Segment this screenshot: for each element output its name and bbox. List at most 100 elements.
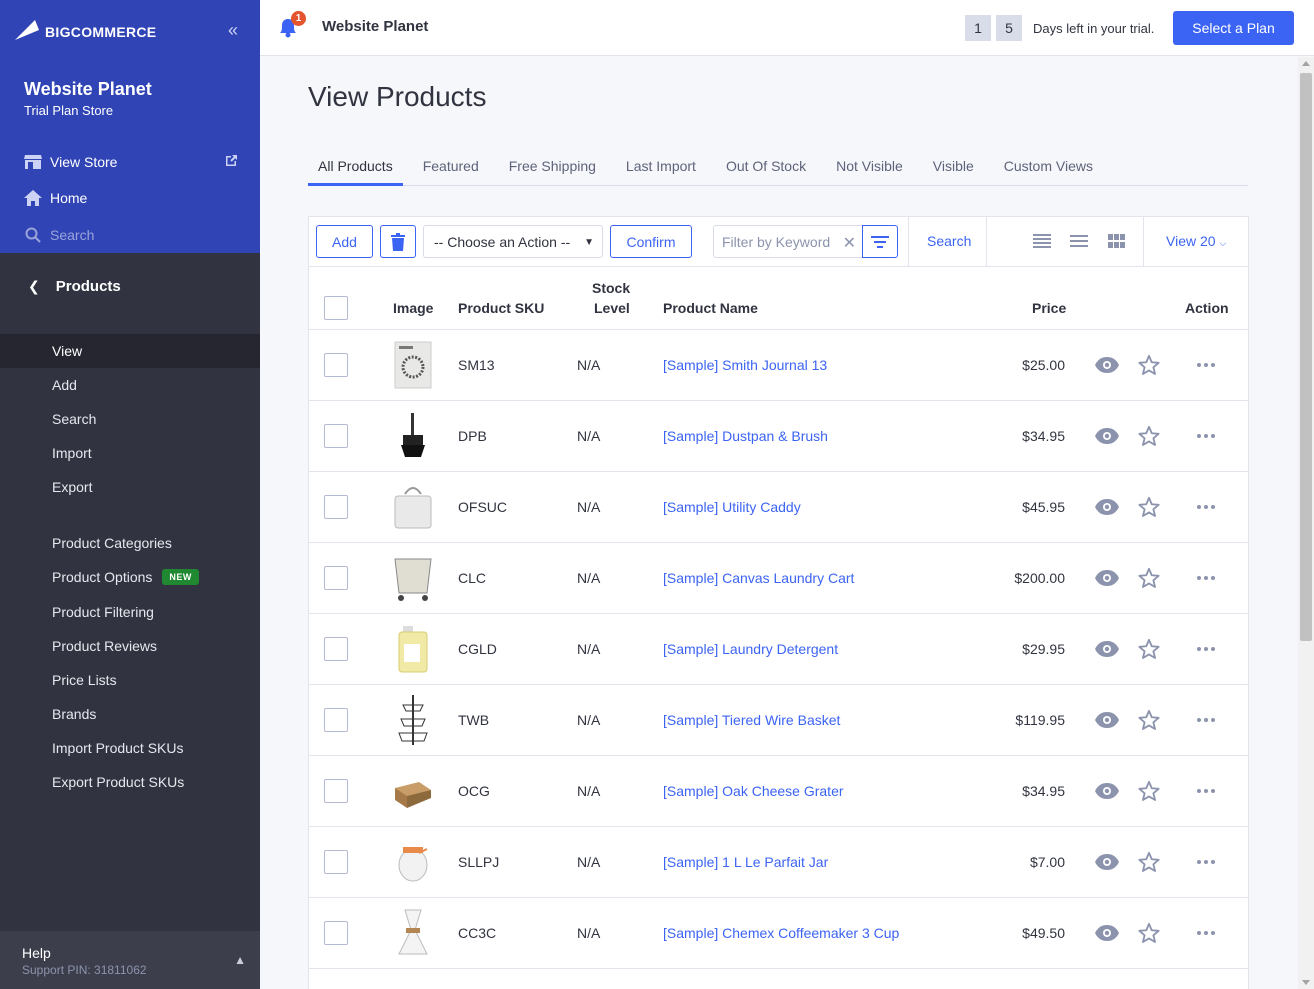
- collapse-sidebar-icon[interactable]: «: [228, 20, 238, 40]
- more-actions-icon[interactable]: [1196, 357, 1216, 373]
- visibility-eye-icon[interactable]: [1095, 711, 1119, 729]
- tab-out-of-stock[interactable]: Out Of Stock: [716, 152, 816, 186]
- sidebar-item-import[interactable]: Import: [0, 436, 260, 470]
- product-name-link[interactable]: [Sample] 1 L Le Parfait Jar: [663, 854, 828, 870]
- sidebar-item-view[interactable]: View: [0, 334, 260, 368]
- product-name-link[interactable]: [Sample] Chemex Coffeemaker 3 Cup: [663, 925, 899, 941]
- visibility-eye-icon[interactable]: [1095, 356, 1119, 374]
- product-name-link[interactable]: [Sample] Tiered Wire Basket: [663, 712, 840, 728]
- visibility-eye-icon[interactable]: [1095, 427, 1119, 445]
- featured-star-icon[interactable]: [1138, 496, 1160, 518]
- external-link-icon[interactable]: [224, 154, 238, 168]
- featured-star-icon[interactable]: [1138, 922, 1160, 944]
- column-header-price[interactable]: Price: [1032, 300, 1066, 316]
- keyword-filter-input[interactable]: Filter by Keyword ✕: [713, 225, 863, 258]
- select-plan-button[interactable]: Select a Plan: [1173, 11, 1294, 45]
- sidebar-item-import-product-skus[interactable]: Import Product SKUs: [0, 731, 260, 765]
- home-link[interactable]: Home: [24, 188, 238, 208]
- row-checkbox[interactable]: [324, 566, 348, 590]
- tab-custom-views[interactable]: Custom Views: [994, 152, 1103, 186]
- more-actions-icon[interactable]: [1196, 641, 1216, 657]
- sidebar-item-product-filtering[interactable]: Product Filtering: [0, 595, 260, 629]
- grid-view-icon[interactable]: [1108, 234, 1126, 248]
- product-name-link[interactable]: [Sample] Smith Journal 13: [663, 357, 827, 373]
- view-store-link[interactable]: View Store: [24, 152, 238, 172]
- chevron-up-icon[interactable]: ▲: [234, 953, 246, 967]
- more-actions-icon[interactable]: [1196, 499, 1216, 515]
- product-thumbnail[interactable]: [391, 553, 435, 603]
- page-scrollbar[interactable]: [1298, 57, 1314, 989]
- featured-star-icon[interactable]: [1138, 851, 1160, 873]
- product-thumbnail[interactable]: [391, 908, 435, 958]
- visibility-eye-icon[interactable]: [1095, 498, 1119, 516]
- product-name-link[interactable]: [Sample] Oak Cheese Grater: [663, 783, 844, 799]
- featured-star-icon[interactable]: [1138, 425, 1160, 447]
- search-button[interactable]: Search: [927, 233, 971, 249]
- column-header-sku[interactable]: Product SKU: [458, 300, 544, 316]
- view-count-dropdown[interactable]: View 20 ⌵: [1166, 233, 1226, 249]
- product-thumbnail[interactable]: [391, 482, 435, 532]
- filter-button[interactable]: [862, 225, 898, 258]
- compact-list-view-icon[interactable]: [1033, 234, 1051, 248]
- visibility-eye-icon[interactable]: [1095, 853, 1119, 871]
- clear-icon[interactable]: ✕: [843, 233, 856, 253]
- sidebar-item-product-reviews[interactable]: Product Reviews: [0, 629, 260, 663]
- product-name-link[interactable]: [Sample] Utility Caddy: [663, 499, 801, 515]
- product-name-link[interactable]: [Sample] Laundry Detergent: [663, 641, 838, 657]
- more-actions-icon[interactable]: [1196, 712, 1216, 728]
- sidebar-item-export[interactable]: Export: [0, 470, 260, 504]
- featured-star-icon[interactable]: [1138, 567, 1160, 589]
- more-actions-icon[interactable]: [1196, 925, 1216, 941]
- sidebar-item-export-product-skus[interactable]: Export Product SKUs: [0, 765, 260, 799]
- featured-star-icon[interactable]: [1138, 638, 1160, 660]
- product-thumbnail[interactable]: [391, 340, 435, 390]
- sidebar-item-product-options[interactable]: Product Options NEW: [0, 560, 260, 594]
- tab-last-import[interactable]: Last Import: [616, 152, 706, 186]
- delete-button[interactable]: [380, 225, 416, 258]
- add-button[interactable]: Add: [316, 225, 373, 258]
- visibility-eye-icon[interactable]: [1095, 640, 1119, 658]
- sidebar-item-search[interactable]: Search: [0, 402, 260, 436]
- visibility-eye-icon[interactable]: [1095, 924, 1119, 942]
- tab-all-products[interactable]: All Products: [308, 152, 403, 186]
- row-checkbox[interactable]: [324, 637, 348, 661]
- product-thumbnail[interactable]: [391, 837, 435, 887]
- product-name-link[interactable]: [Sample] Canvas Laundry Cart: [663, 570, 854, 586]
- tab-featured[interactable]: Featured: [413, 152, 489, 186]
- featured-star-icon[interactable]: [1138, 709, 1160, 731]
- row-checkbox[interactable]: [324, 850, 348, 874]
- scroll-thumb[interactable]: [1300, 73, 1312, 641]
- more-actions-icon[interactable]: [1196, 854, 1216, 870]
- featured-star-icon[interactable]: [1138, 780, 1160, 802]
- sidebar-search-link[interactable]: Search: [24, 225, 238, 245]
- sidebar-item-brands[interactable]: Brands: [0, 697, 260, 731]
- row-checkbox[interactable]: [324, 424, 348, 448]
- visibility-eye-icon[interactable]: [1095, 569, 1119, 587]
- product-thumbnail[interactable]: [391, 695, 435, 745]
- featured-star-icon[interactable]: [1138, 354, 1160, 376]
- row-checkbox[interactable]: [324, 708, 348, 732]
- product-thumbnail[interactable]: [391, 766, 435, 816]
- tab-free-shipping[interactable]: Free Shipping: [499, 152, 606, 186]
- row-checkbox[interactable]: [324, 353, 348, 377]
- scroll-up-icon[interactable]: [1302, 61, 1310, 66]
- sidebar-item-product-categories[interactable]: Product Categories: [0, 526, 260, 560]
- column-header-name[interactable]: Product Name: [663, 300, 758, 316]
- product-thumbnail[interactable]: [391, 411, 435, 461]
- visibility-eye-icon[interactable]: [1095, 782, 1119, 800]
- more-actions-icon[interactable]: [1196, 428, 1216, 444]
- sidebar-item-price-lists[interactable]: Price Lists: [0, 663, 260, 697]
- more-actions-icon[interactable]: [1196, 570, 1216, 586]
- row-checkbox[interactable]: [324, 779, 348, 803]
- row-checkbox[interactable]: [324, 921, 348, 945]
- scroll-down-icon[interactable]: [1302, 980, 1310, 985]
- product-thumbnail[interactable]: [391, 624, 435, 674]
- confirm-button[interactable]: Confirm: [610, 225, 692, 258]
- sidebar-item-add[interactable]: Add: [0, 368, 260, 402]
- row-checkbox[interactable]: [324, 495, 348, 519]
- list-view-icon[interactable]: [1070, 234, 1088, 248]
- help-panel[interactable]: Help Support PIN: 31811062 ▲: [0, 931, 260, 989]
- more-actions-icon[interactable]: [1196, 783, 1216, 799]
- tab-visible[interactable]: Visible: [923, 152, 984, 186]
- select-all-checkbox[interactable]: [324, 296, 348, 320]
